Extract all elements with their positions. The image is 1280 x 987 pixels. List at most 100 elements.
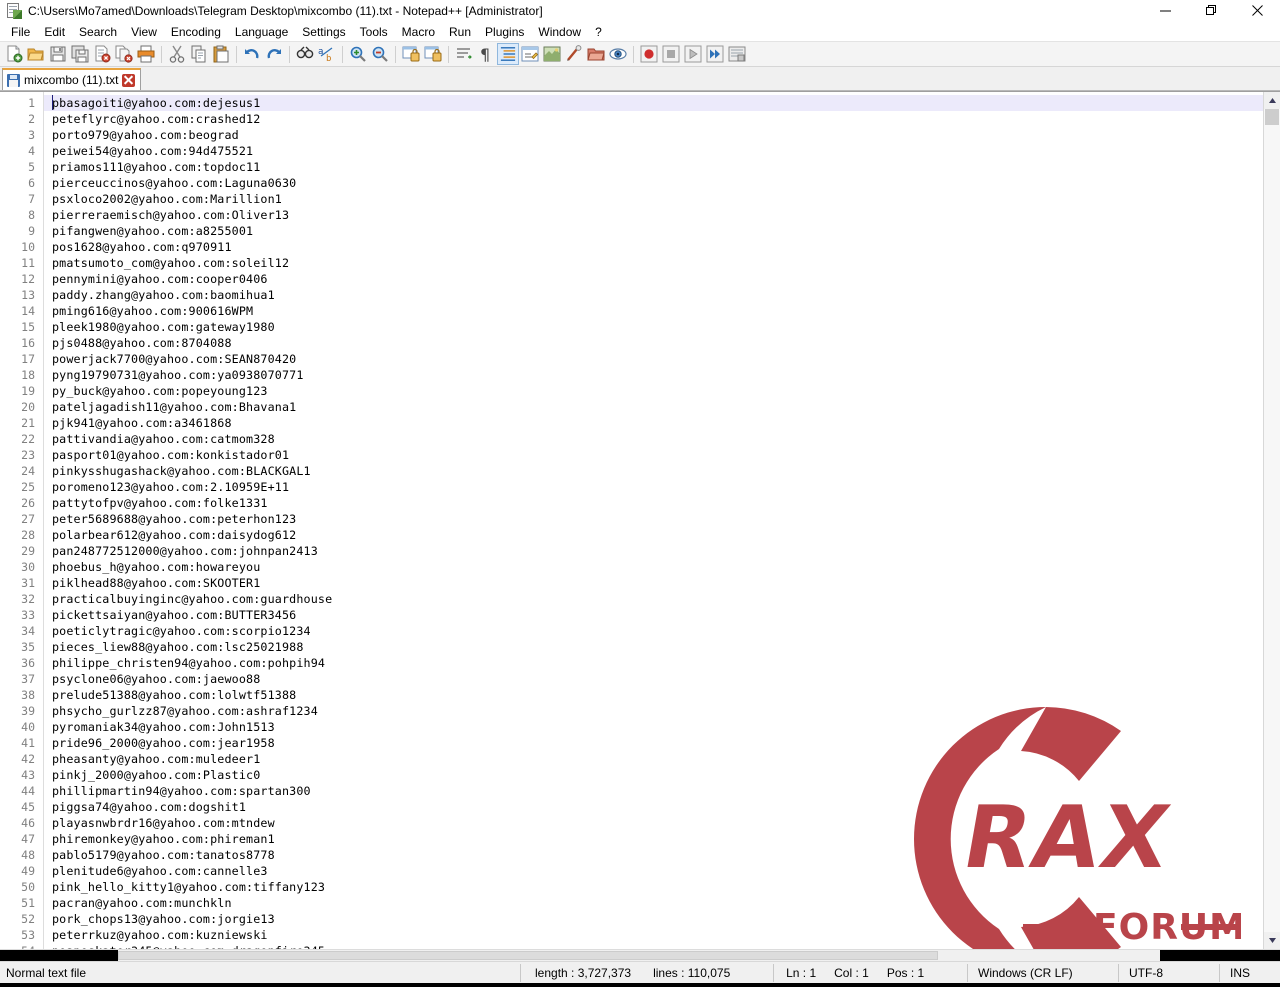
document-map-icon[interactable]: [541, 43, 563, 65]
replace-icon[interactable]: a b: [316, 43, 338, 65]
status-bar: Normal text file length : 3,727,373 line…: [0, 961, 1280, 983]
menu-item-settings[interactable]: Settings: [295, 23, 352, 41]
zoom-in-icon[interactable]: [347, 43, 369, 65]
show-all-characters-icon[interactable]: ¶: [475, 43, 497, 65]
text-line: pattytofpv@yahoo.com:folke1331: [52, 496, 268, 510]
text-line: plenitude6@yahoo.com:cannelle3: [52, 864, 268, 878]
line-number: 4: [28, 144, 35, 158]
menu-item-language[interactable]: Language: [228, 23, 295, 41]
close-all-files-icon[interactable]: [113, 43, 135, 65]
horizontal-scroll-thumb[interactable]: [118, 951, 938, 960]
menu-item-help[interactable]: ?: [588, 23, 609, 41]
open-file-icon[interactable]: [25, 43, 47, 65]
tab-mixcombo[interactable]: mixcombo (11).txt: [2, 68, 142, 90]
text-line: pork_chops13@yahoo.com:jorgie13: [52, 912, 275, 926]
menu-item-tools[interactable]: Tools: [353, 23, 395, 41]
line-number: 30: [21, 560, 35, 574]
paste-icon[interactable]: [210, 43, 232, 65]
function-list-icon[interactable]: [563, 43, 585, 65]
text-line: pride96_2000@yahoo.com:jear1958: [52, 736, 275, 750]
play-macro-icon[interactable]: [682, 43, 704, 65]
line-number: 24: [21, 464, 35, 478]
text-line: pyromaniak34@yahoo.com:John1513: [52, 720, 275, 734]
sync-horizontal-scrolling-icon[interactable]: [422, 43, 444, 65]
text-line: pming616@yahoo.com:900616WPM: [52, 304, 254, 318]
record-macro-icon[interactable]: [638, 43, 660, 65]
undo-icon[interactable]: [241, 43, 263, 65]
text-line: py_buck@yahoo.com:popeyoung123: [52, 384, 268, 398]
find-icon[interactable]: [294, 43, 316, 65]
line-number: 7: [28, 192, 35, 206]
line-number: 13: [21, 288, 35, 302]
save-icon[interactable]: [47, 43, 69, 65]
text-line: pleek1980@yahoo.com:gateway1980: [52, 320, 275, 334]
line-number: 14: [21, 304, 35, 318]
save-macro-icon[interactable]: [726, 43, 748, 65]
text-line: pasport01@yahoo.com:konkistador01: [52, 448, 290, 462]
close-button[interactable]: [1234, 0, 1280, 22]
status-eol-format[interactable]: Windows (CR LF): [968, 962, 1118, 984]
word-wrap-icon[interactable]: [453, 43, 475, 65]
text-line: pinkysshugashack@yahoo.com:BLACKGAL1: [52, 464, 311, 478]
scroll-up-arrow-icon[interactable]: [1264, 92, 1280, 109]
text-line: poeticlytragic@yahoo.com:scorpio1234: [52, 624, 311, 638]
line-number: 16: [21, 336, 35, 350]
scrollbar-edge-right: [1160, 950, 1280, 961]
stop-macro-icon[interactable]: [660, 43, 682, 65]
status-insert-mode[interactable]: INS: [1220, 962, 1280, 984]
sync-vertical-scrolling-icon[interactable]: [400, 43, 422, 65]
menu-item-run[interactable]: Run: [442, 23, 478, 41]
new-file-icon[interactable]: [3, 43, 25, 65]
text-line: psyclone06@yahoo.com:jaewoo88: [52, 672, 261, 686]
save-all-icon[interactable]: [69, 43, 91, 65]
line-number: 11: [21, 256, 35, 270]
text-line: philippe_christen94@yahoo.com:pohpih94: [52, 656, 326, 670]
menu-item-file[interactable]: File: [4, 23, 37, 41]
monitoring-icon[interactable]: [607, 43, 629, 65]
menu-item-view[interactable]: View: [124, 23, 164, 41]
user-defined-language-icon[interactable]: [519, 43, 541, 65]
menu-item-plugins[interactable]: Plugins: [478, 23, 531, 41]
restore-button[interactable]: [1188, 0, 1234, 22]
line-number: 5: [28, 160, 35, 174]
menu-item-search[interactable]: Search: [72, 23, 124, 41]
scroll-down-arrow-icon[interactable]: [1264, 932, 1280, 949]
cut-icon[interactable]: [166, 43, 188, 65]
vertical-scroll-track[interactable]: [1264, 109, 1280, 932]
vertical-scrollbar[interactable]: [1263, 92, 1280, 949]
menu-item-window[interactable]: Window: [531, 23, 588, 41]
text-line: pbasagoiti@yahoo.com:dejesus1: [44, 95, 1263, 111]
vertical-scroll-thumb[interactable]: [1265, 109, 1279, 125]
line-number: 43: [21, 768, 35, 782]
text-line: pierceuccinos@yahoo.com:Laguna0630: [52, 176, 297, 190]
close-icon[interactable]: [122, 73, 136, 87]
code-content[interactable]: pbasagoiti@yahoo.com:dejesus1 peteflyrc@…: [44, 92, 1263, 949]
text-line: pjs0488@yahoo.com:8704088: [52, 336, 232, 350]
menu-item-edit[interactable]: Edit: [37, 23, 72, 41]
line-number: 47: [21, 832, 35, 846]
close-file-icon[interactable]: [91, 43, 113, 65]
menu-item-macro[interactable]: Macro: [395, 23, 442, 41]
status-col: Col : 1: [834, 965, 869, 980]
horizontal-scrollbar[interactable]: [0, 949, 1280, 961]
indent-guideline-icon[interactable]: [497, 43, 519, 65]
text-editor[interactable]: 1 2 3 4 5 6 7 8 9 10 11 12 13 14 15 16 1…: [0, 92, 1263, 949]
run-macro-multiple-icon[interactable]: [704, 43, 726, 65]
scrollbar-edge-left: [0, 950, 118, 961]
status-encoding[interactable]: UTF-8: [1119, 962, 1219, 984]
text-line: playasnwbrdr16@yahoo.com:mtndew: [52, 816, 275, 830]
zoom-out-icon[interactable]: [369, 43, 391, 65]
redo-icon[interactable]: [263, 43, 285, 65]
copy-icon[interactable]: [188, 43, 210, 65]
print-icon[interactable]: [135, 43, 157, 65]
editor-area: 1 2 3 4 5 6 7 8 9 10 11 12 13 14 15 16 1…: [0, 91, 1280, 949]
line-number: 22: [21, 432, 35, 446]
line-number: 48: [21, 848, 35, 862]
title-bar: C:\Users\Mo7amed\Downloads\Telegram Desk…: [0, 0, 1280, 22]
minimize-button[interactable]: [1142, 0, 1188, 22]
horizontal-scroll-track[interactable]: [118, 950, 1160, 961]
folder-as-workspace-icon[interactable]: [585, 43, 607, 65]
line-number: 37: [21, 672, 35, 686]
menu-item-encoding[interactable]: Encoding: [164, 23, 228, 41]
svg-text:¶: ¶: [480, 45, 490, 63]
